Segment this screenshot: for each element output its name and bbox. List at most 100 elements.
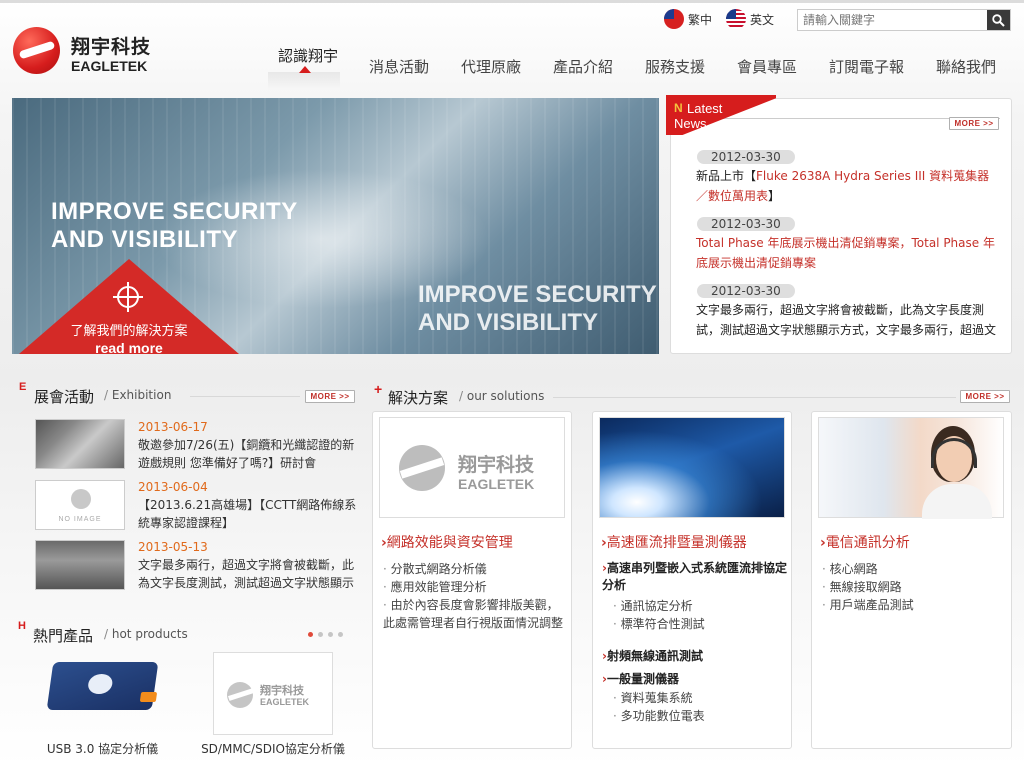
solution-card-title[interactable]: 電信通訊分析 [820, 532, 910, 552]
solution-subheading[interactable]: 射頻無線通訊測試 [602, 648, 787, 665]
exhibition-subtitle: Exhibition [104, 388, 172, 402]
solution-link[interactable]: 核心網路 [822, 560, 1007, 578]
exhibition-date: 2013-06-04 [138, 480, 208, 494]
exhibition-title: 展會活動 [34, 388, 95, 406]
logo-chinese-name: 翔宇科技 [71, 36, 152, 58]
exhibition-divider [190, 396, 300, 397]
exhibition-more-button[interactable]: MORE >> [305, 390, 355, 403]
solution-link[interactable]: 用戶端產品測試 [822, 596, 1007, 614]
hero-banner[interactable]: IMPROVE SECURITY AND VISIBILITY IMPROVE … [12, 98, 659, 354]
search-input[interactable] [798, 10, 986, 30]
logo-english-name: EAGLETEK [71, 58, 148, 74]
banner-headline: IMPROVE SECURITY AND VISIBILITY [51, 198, 298, 253]
solution-link[interactable]: 由於內容長度會影響排版美觀，此處需管理者自行視版面情況調整 [383, 596, 568, 632]
us-flag-icon [726, 9, 746, 29]
solution-card-title[interactable]: 網路效能與資安管理 [381, 532, 513, 552]
solution-link[interactable]: 應用效能管理分析 [383, 578, 568, 596]
solution-subheading[interactable]: 一般量測儀器 [602, 671, 787, 688]
solution-link[interactable]: 通訊協定分析 [613, 597, 783, 615]
exhibition-item-1[interactable]: 敬邀參加7/26(五)【銅纜和光纖認證的新遊戲規則 您準備好了嗎?】研討會 [138, 436, 358, 472]
exhibition-item-2[interactable]: 【2013.6.21高雄場】【CCTT網路佈線系統專家認證課程】 [138, 496, 358, 532]
solution-list: 分散式網路分析儀 應用效能管理分析 由於內容長度會影響排版美觀，此處需管理者自行… [383, 560, 568, 632]
solution-image-lightstream[interactable] [599, 417, 785, 518]
solution-image-operator[interactable] [818, 417, 1004, 519]
lang-tw-label: 繁中 [688, 12, 713, 27]
solution-subheading[interactable]: 高速串列暨嵌入式系統匯流排協定分析 [602, 560, 787, 594]
news-item-2[interactable]: Total Phase 年底展示機出清促銷專案，Total Phase 年底展示… [696, 233, 1001, 273]
nav-contact[interactable]: 聯絡我們 [936, 56, 996, 77]
solution-link[interactable]: 標準符合性測試 [613, 615, 783, 633]
hot-products-section-icon: H [18, 620, 26, 632]
no-image-icon [71, 489, 91, 509]
search-box [797, 9, 1011, 31]
news-item-1[interactable]: 新品上市【Fluke 2638A Hydra Series III 資料蒐集器／… [696, 166, 1001, 206]
exhibition-thumbnail[interactable] [35, 419, 125, 469]
usb-analyzer-image[interactable] [46, 662, 159, 710]
solution-image-logo[interactable]: 翔宇科技 EAGLETEK [379, 417, 565, 518]
placeholder-logo-zh: 翔宇科技 [260, 684, 304, 697]
news-date: 2012-03-30 [697, 284, 795, 298]
top-border [0, 0, 1024, 3]
nav-active-indicator-icon [299, 66, 311, 73]
exhibition-thumbnail[interactable] [35, 540, 125, 590]
product-placeholder-image[interactable]: 翔宇科技 EAGLETEK [213, 652, 333, 735]
carousel-dot[interactable] [328, 632, 333, 637]
solution-link[interactable]: 分散式網路分析儀 [383, 560, 568, 578]
solution-list: 通訊協定分析 標準符合性測試 [613, 597, 783, 633]
solution-card-bus: 高速匯流排暨量測儀器 高速串列暨嵌入式系統匯流排協定分析 通訊協定分析 標準符合… [592, 411, 792, 749]
lang-en-label: 英文 [750, 12, 775, 27]
lang-tw-link[interactable]: 繁中 [664, 9, 712, 29]
carousel-dot[interactable] [318, 632, 323, 637]
search-button[interactable] [987, 10, 1010, 30]
solution-link[interactable]: 多功能數位電表 [613, 707, 783, 725]
search-icon [992, 13, 1005, 27]
card-logo-en: EAGLETEK [458, 476, 535, 492]
banner-cta-zh[interactable]: 了解我們的解決方案 [12, 320, 246, 339]
nav-agency[interactable]: 代理原廠 [461, 56, 521, 77]
nav-active-shade [268, 72, 340, 90]
exhibition-thumbnail-placeholder[interactable]: NO IMAGE [35, 480, 125, 530]
product-label-2[interactable]: SD/MMC/SDIO協定分析儀 [200, 740, 346, 757]
nav-newsletter[interactable]: 訂閱電子報 [829, 56, 904, 77]
news-item-3[interactable]: 文字最多兩行，超過文字將會被截斷，此為文字長度測試，測試超過文字狀態顯示方式，文… [696, 300, 1001, 340]
product-label-1[interactable]: USB 3.0 協定分析儀 [30, 740, 175, 757]
nav-support[interactable]: 服務支援 [645, 56, 705, 77]
exhibition-item-3[interactable]: 文字最多兩行，超過文字將會被截斷，此為文字長度測試，測試超過文字狀態顯示 [138, 556, 358, 592]
solutions-section-icon: + [374, 381, 383, 397]
carousel-dot-active[interactable] [308, 632, 313, 637]
lang-en-link[interactable]: 英文 [726, 9, 774, 29]
hot-products-title: 熱門產品 [33, 627, 94, 645]
operator-shirt [922, 484, 992, 519]
hot-products-subtitle: hot products [104, 627, 188, 641]
news-date: 2012-03-30 [697, 217, 795, 231]
nav-about[interactable]: 認識翔宇 [278, 45, 338, 66]
solutions-subtitle: our solutions [459, 389, 544, 403]
news-more-button[interactable]: MORE >> [949, 117, 999, 130]
solutions-more-button[interactable]: MORE >> [960, 390, 1010, 403]
banner-cta-readmore[interactable]: read more [12, 340, 246, 354]
solution-link[interactable]: 資料蒐集系統 [613, 689, 783, 707]
eagletek-logo-icon [13, 27, 60, 74]
no-image-label: NO IMAGE [58, 516, 102, 523]
taiwan-flag-icon [664, 9, 684, 29]
nav-products[interactable]: 產品介紹 [553, 56, 613, 77]
nav-news[interactable]: 消息活動 [369, 56, 429, 77]
news-tag-news: News [674, 116, 707, 131]
solutions-title: 解決方案 [388, 389, 449, 407]
banner-headline-reflection: IMPROVE SECURITY AND VISIBILITY [418, 281, 657, 336]
card-logo-zh: 翔宇科技 [458, 454, 535, 476]
solution-card-telecom: 電信通訊分析 核心網路 無線接取網路 用戶端產品測試 [811, 411, 1012, 749]
carousel-dots [308, 632, 343, 637]
carousel-dot[interactable] [338, 632, 343, 637]
solution-card-title[interactable]: 高速匯流排暨量測儀器 [601, 532, 747, 552]
solution-card-network: 翔宇科技 EAGLETEK 網路效能與資安管理 分散式網路分析儀 應用效能管理分… [372, 411, 572, 749]
solution-link[interactable]: 無線接取網路 [822, 578, 1007, 596]
news-date: 2012-03-30 [697, 150, 795, 164]
latest-news-tag: N Latest News [666, 95, 776, 155]
news-tag-latest: Latest [687, 101, 723, 116]
placeholder-logo-en: EAGLETEK [260, 697, 310, 707]
nav-members[interactable]: 會員專區 [737, 56, 797, 77]
crosshair-icon [113, 282, 143, 312]
exhibition-section-icon: E [19, 381, 27, 393]
solution-list: 核心網路 無線接取網路 用戶端產品測試 [822, 560, 1007, 614]
